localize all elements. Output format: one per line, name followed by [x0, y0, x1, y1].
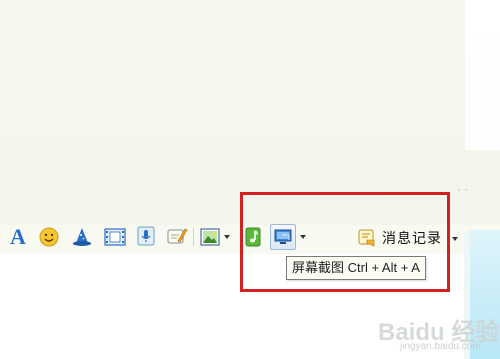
- emoji-button[interactable]: [36, 224, 62, 250]
- toolbar-separator: [193, 228, 194, 246]
- watermark-url: jingyan.baidu.com: [400, 341, 481, 352]
- video-button[interactable]: [102, 224, 128, 250]
- chevron-down-icon: [224, 235, 230, 239]
- emoji-icon: [39, 227, 59, 247]
- microphone-icon: [137, 226, 155, 246]
- magic-emoticon-icon: [73, 228, 91, 246]
- chevron-down-icon[interactable]: [452, 237, 458, 241]
- ellipsis-dots: ⋅ ⋅: [457, 183, 468, 197]
- image-icon: [200, 228, 220, 246]
- film-icon: [104, 228, 126, 246]
- highlight-annotation-box: [240, 192, 450, 292]
- voice-button[interactable]: [133, 224, 159, 250]
- side-fade: [465, 0, 500, 150]
- send-doodle-icon: [167, 228, 188, 244]
- doodle-button[interactable]: [164, 224, 190, 250]
- font-icon: A: [10, 224, 26, 249]
- font-button[interactable]: A: [5, 224, 31, 250]
- image-button[interactable]: [198, 224, 232, 250]
- magic-emoticon-button[interactable]: [69, 224, 95, 250]
